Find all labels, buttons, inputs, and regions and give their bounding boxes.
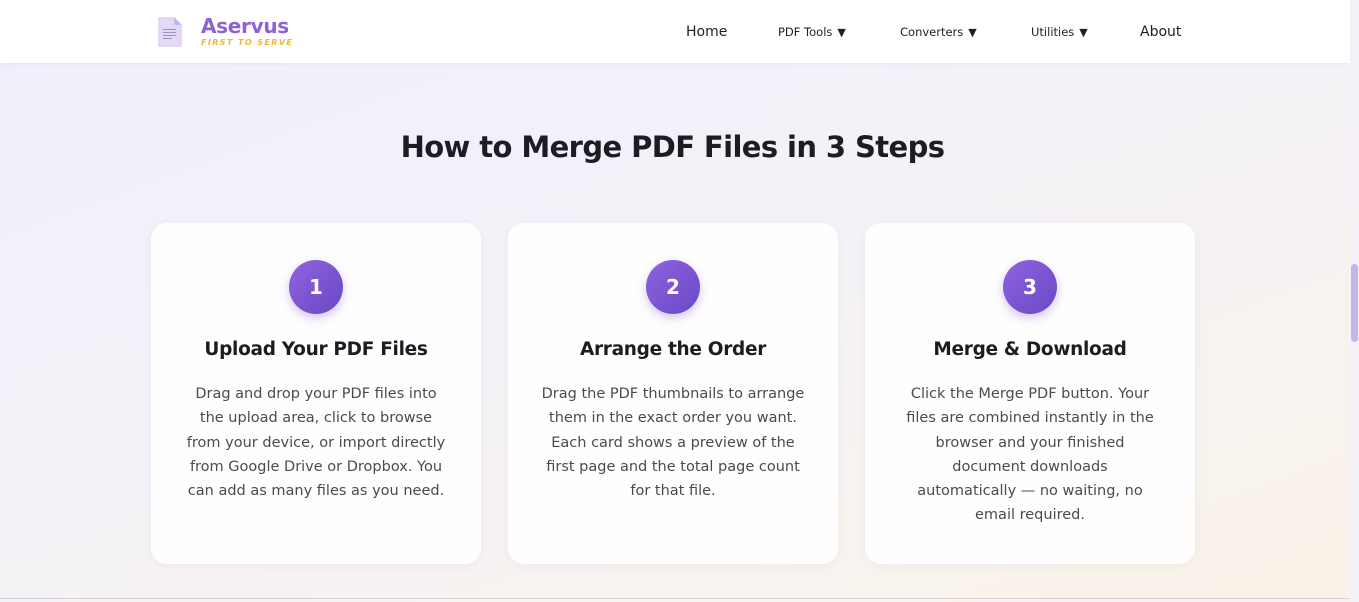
step-description-line: them in the exact order you want.	[549, 410, 797, 427]
site-header: Aservus FIRST TO SERVE Home PDF Tools ▼ C…	[0, 0, 1350, 63]
step-card-2: 2 Arrange the Order Drag the PDF thumbna…	[508, 223, 838, 564]
nav-pdf-tools-label: PDF Tools	[778, 25, 833, 39]
nav-home-label: Home	[686, 24, 728, 40]
step-description-line: browser and your finished	[935, 434, 1125, 451]
step-description-line: from Google Drive or Dropbox. You	[189, 458, 443, 475]
nav-converters-label: Converters	[900, 25, 964, 39]
step-description-line: first page and the total page count	[546, 458, 800, 475]
main-nav: Home PDF Tools ▼ Converters ▼ Utilities ▼ A…	[0, 0, 1350, 63]
caret-down-icon: ▼	[837, 26, 846, 39]
nav-home[interactable]: Home	[686, 22, 727, 42]
scrollbar-thumb[interactable]	[1351, 264, 1358, 342]
caret-down-icon: ▼	[1079, 26, 1088, 39]
step-description-line: Drag the PDF thumbnails to arrange	[541, 386, 805, 402]
section-divider	[0, 598, 1350, 599]
section-title: How to Merge PDF Files in 3 Steps	[400, 130, 945, 164]
step-description-line: automatically — no waiting, no	[917, 483, 1143, 500]
step-description-line: can add as many files as you need.	[187, 483, 445, 500]
nav-about[interactable]: About	[1140, 22, 1181, 42]
step-number-badge: 2	[646, 260, 700, 314]
nav-pdf-tools[interactable]: PDF Tools ▼	[778, 22, 846, 42]
step-description-line: Each card shows a preview of the	[551, 434, 795, 451]
nav-converters[interactable]: Converters ▼	[900, 22, 977, 42]
step-description-line: from your device, or import directly	[186, 434, 446, 451]
step-description-line: document downloads	[952, 458, 1108, 475]
step-title: Merge & Download	[933, 339, 1127, 360]
nav-utilities-label: Utilities	[1031, 25, 1075, 39]
step-description: Click the Merge PDF button. Your files a…	[887, 382, 1173, 528]
step-description-line: Click the Merge PDF button. Your	[910, 386, 1150, 402]
step-description-line: for that file.	[630, 483, 716, 500]
step-description: Drag the PDF thumbnails to arrange them …	[530, 382, 816, 503]
step-description: Drag and drop your PDF files into the up…	[173, 382, 459, 503]
step-number-badge: 3	[1003, 260, 1057, 314]
nav-about-label: About	[1140, 24, 1182, 40]
step-title: Arrange the Order	[579, 339, 767, 360]
caret-down-icon: ▼	[968, 26, 977, 39]
step-description-line: Drag and drop your PDF files into	[195, 386, 437, 402]
step-card-3: 3 Merge & Download Click the Merge PDF b…	[865, 223, 1195, 564]
step-title: Upload Your PDF Files	[204, 339, 428, 360]
step-description-line: files are combined instantly in the	[906, 410, 1154, 427]
step-card-1: 1 Upload Your PDF Files Drag and drop yo…	[151, 223, 481, 564]
step-description-line: email required.	[975, 507, 1085, 524]
step-number-badge: 1	[289, 260, 343, 314]
step-description-line: the upload area, click to browse	[199, 410, 433, 427]
nav-utilities[interactable]: Utilities ▼	[1031, 22, 1088, 42]
